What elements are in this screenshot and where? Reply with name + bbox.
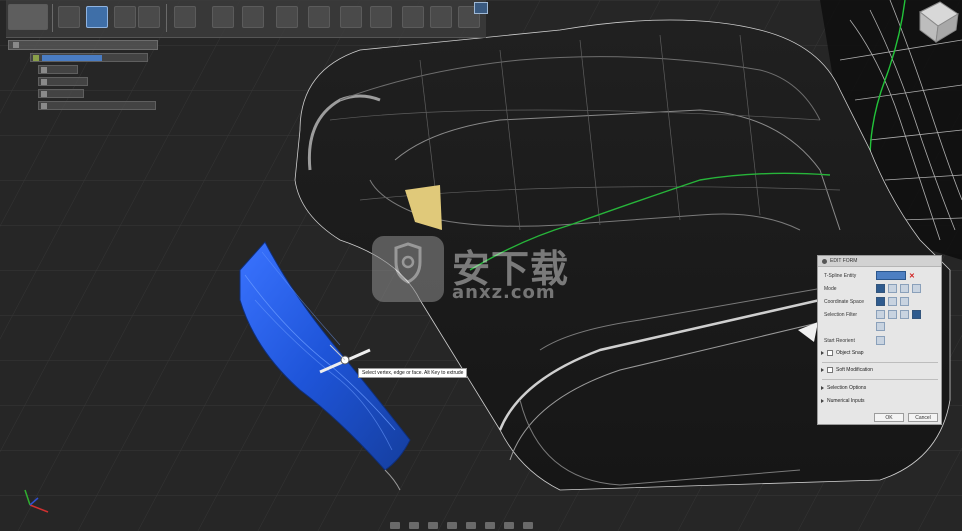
shield-icon — [372, 236, 444, 302]
zoom-icon[interactable] — [447, 522, 457, 529]
mode-translate-icon[interactable] — [888, 284, 897, 293]
numerical-inputs-section[interactable]: Numerical Inputs — [821, 398, 865, 404]
numerical-inputs-label: Numerical Inputs — [827, 398, 865, 404]
dialog-title-bar[interactable]: EDIT FORM — [818, 256, 941, 267]
screen-icon[interactable] — [474, 2, 488, 14]
grid-settings-icon[interactable] — [504, 522, 514, 529]
view-space-icon[interactable] — [888, 297, 897, 306]
soft-modification-checkbox[interactable] — [827, 367, 833, 373]
soft-modification-label: Soft Modification — [836, 367, 873, 373]
browser-item[interactable] — [30, 53, 148, 62]
create-form-button[interactable] — [86, 6, 108, 28]
object-snap-section[interactable]: Object Snap — [821, 350, 864, 356]
coordinate-space-row: Coordinate Space — [824, 297, 912, 306]
section-divider — [822, 379, 938, 380]
toolbar-divider — [52, 4, 53, 32]
face-filter-icon[interactable] — [900, 310, 909, 319]
edge-filter-icon[interactable] — [888, 310, 897, 319]
mode-label: Mode — [824, 285, 837, 292]
browser-item[interactable] — [38, 101, 156, 110]
symmetry-button[interactable] — [138, 6, 160, 28]
workspace-switcher-button[interactable] — [8, 4, 48, 30]
mode-multi-icon[interactable] — [876, 284, 885, 293]
insert-button[interactable] — [370, 6, 392, 28]
select-button[interactable] — [402, 6, 424, 28]
toolbar — [6, 0, 486, 38]
orbit-icon[interactable] — [390, 522, 400, 529]
3d-viewport[interactable]: 安下载 anxz.com Select vertex, edge or face… — [0, 0, 962, 531]
start-reorient-label: Start Reorient — [824, 337, 855, 344]
fit-icon[interactable] — [466, 522, 476, 529]
dialog-menu-icon[interactable] — [822, 258, 827, 264]
watermark-subtext: anxz.com — [452, 282, 556, 303]
start-reorient-row: Start Reorient — [824, 336, 888, 345]
tool-button[interactable] — [242, 6, 264, 28]
tspline-entity-row: T-Spline Entity ✕ — [824, 271, 915, 280]
dialog-title: EDIT FORM — [830, 258, 858, 264]
pan-icon[interactable] — [428, 522, 438, 529]
mode-rotate-icon[interactable] — [900, 284, 909, 293]
browser-item[interactable] — [38, 65, 78, 74]
tool-button[interactable] — [212, 6, 234, 28]
vertex-filter-icon[interactable] — [876, 310, 885, 319]
look-at-icon[interactable] — [409, 522, 419, 529]
mode-scale-icon[interactable] — [912, 284, 921, 293]
utilities-button[interactable] — [174, 6, 196, 28]
cancel-button[interactable]: Cancel — [908, 413, 938, 422]
expand-icon — [821, 351, 824, 355]
toolbar-divider — [166, 4, 167, 32]
inspect-button[interactable] — [340, 6, 362, 28]
section-divider — [822, 362, 938, 363]
finish-form-button[interactable] — [430, 6, 452, 28]
selection-filter-row: Selection Filter — [824, 310, 924, 319]
browser-item[interactable] — [38, 89, 84, 98]
selection-options-section[interactable]: Selection Options — [821, 385, 866, 391]
coordinate-space-label: Coordinate Space — [824, 298, 865, 305]
ok-button[interactable]: OK — [874, 413, 904, 422]
modify-button[interactable] — [114, 6, 136, 28]
selection-options-label: Selection Options — [827, 385, 867, 391]
browser-item[interactable] — [38, 77, 88, 86]
world-space-icon[interactable] — [876, 297, 885, 306]
browser-panel — [8, 40, 158, 110]
expand-icon — [821, 386, 824, 390]
expand-icon — [821, 399, 824, 403]
display-settings-icon[interactable] — [485, 522, 495, 529]
selection-tooltip: Select vertex, edge or face. Alt Key to … — [358, 368, 468, 378]
browser-header[interactable] — [8, 40, 158, 50]
reorient-icon[interactable] — [876, 336, 885, 345]
tool-button[interactable] — [276, 6, 298, 28]
edit-form-dialog: EDIT FORM T-Spline Entity ✕ Mode Coordin… — [817, 255, 942, 425]
soft-modification-section[interactable]: Soft Modification — [821, 367, 873, 373]
object-snap-label: Object Snap — [836, 350, 864, 356]
all-filter-icon[interactable] — [912, 310, 921, 319]
mode-row: Mode — [824, 284, 924, 293]
viewports-icon[interactable] — [523, 522, 533, 529]
body-filter-icon[interactable] — [876, 322, 885, 331]
sketch-button[interactable] — [58, 6, 80, 28]
tspline-entity-label: T-Spline Entity — [824, 272, 857, 279]
object-snap-checkbox[interactable] — [827, 350, 833, 356]
body-filter-row — [876, 322, 888, 331]
close-icon[interactable]: ✕ — [909, 272, 915, 280]
tspline-entity-select[interactable] — [876, 271, 906, 280]
navigation-bar — [390, 520, 580, 531]
selection-filter-label: Selection Filter — [824, 311, 858, 318]
construct-button[interactable] — [308, 6, 330, 28]
local-space-icon[interactable] — [900, 297, 909, 306]
expand-icon — [821, 368, 824, 372]
